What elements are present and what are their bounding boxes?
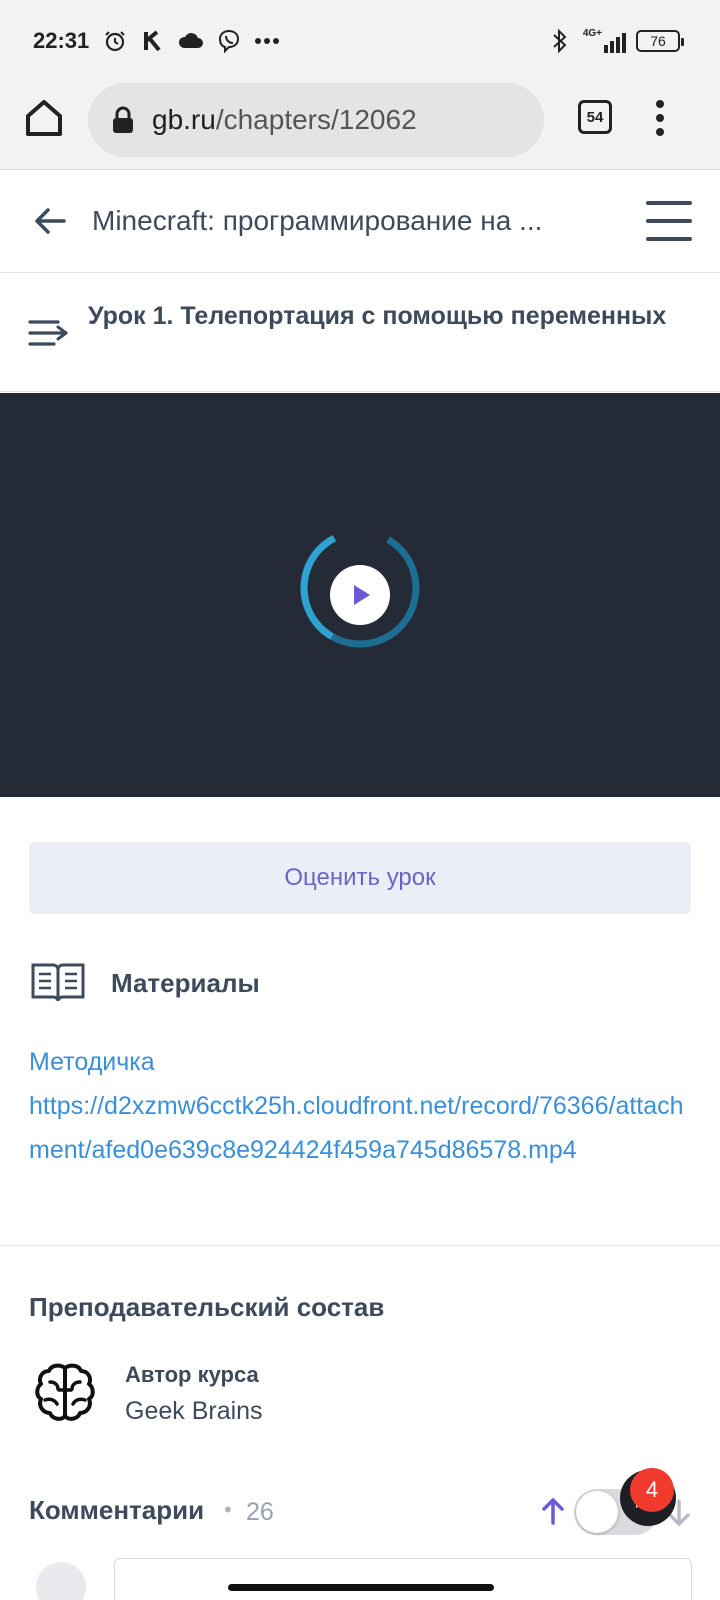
- materials-list: Методичка https://d2xzmw6cctk25h.cloudfr…: [29, 1040, 691, 1172]
- hamburger-menu-icon[interactable]: [646, 201, 692, 241]
- materials-header: Материалы: [30, 958, 260, 1008]
- gesture-bar[interactable]: [228, 1584, 494, 1591]
- comments-count: 26: [246, 1498, 274, 1526]
- url-path: /chapters/12062: [215, 104, 417, 135]
- url-text: gb.ru/chapters/12062: [152, 104, 417, 136]
- signal-icon: 4G+: [583, 29, 626, 53]
- brain-logo-icon: [30, 1360, 100, 1430]
- more-icon: [254, 28, 280, 54]
- tab-switcher-button[interactable]: 54: [578, 100, 612, 134]
- comments-title: Комментарии: [29, 1495, 205, 1525]
- rate-lesson-button[interactable]: Оценить урок: [29, 842, 691, 914]
- materials-title: Материалы: [111, 967, 260, 998]
- browser-menu-icon[interactable]: [654, 100, 666, 136]
- teachers-title: Преподавательский состав: [29, 1292, 385, 1322]
- course-title: Minecraft: программирование на ...: [92, 205, 543, 236]
- alarm-icon: [102, 28, 128, 54]
- battery-icon: 76: [636, 30, 684, 52]
- author-role: Автор курса: [125, 1362, 259, 1387]
- lesson-list-icon[interactable]: [28, 316, 68, 350]
- site-header: Minecraft: программирование на ...: [0, 171, 720, 273]
- play-icon: [354, 585, 370, 605]
- lesson-header: Урок 1. Телепортация с помощью переменны…: [0, 274, 720, 392]
- bluetooth-icon: [547, 28, 573, 54]
- address-bar[interactable]: gb.ru/chapters/12062: [88, 83, 544, 157]
- home-icon[interactable]: [22, 96, 66, 140]
- status-icons-right: 4G+ 76: [547, 28, 684, 54]
- back-arrow-icon[interactable]: [30, 201, 70, 241]
- toggle-knob: [576, 1491, 618, 1533]
- browser-toolbar: gb.ru/chapters/12062 54: [0, 80, 720, 170]
- book-icon: [31, 963, 85, 1002]
- divider: [0, 1245, 720, 1246]
- lesson-title: Урок 1. Телепортация с помощью переменны…: [88, 302, 667, 330]
- lock-icon: [112, 106, 134, 134]
- status-bar: 22:31 4G+ 76: [0, 0, 720, 80]
- material-link-manual[interactable]: Методичка: [29, 1040, 691, 1084]
- url-host: gb.ru: [152, 104, 216, 135]
- k-app-icon: [140, 28, 166, 54]
- notification-badge: 4: [630, 1468, 674, 1512]
- author-name: Geek Brains: [125, 1397, 263, 1425]
- play-button[interactable]: [330, 565, 390, 625]
- comments-separator: •: [224, 1497, 232, 1522]
- comment-avatar: [36, 1562, 86, 1600]
- comment-input[interactable]: [114, 1558, 692, 1600]
- material-link-video[interactable]: https://d2xzmw6cctk25h.cloudfront.net/re…: [29, 1084, 691, 1172]
- status-time: 22:31: [33, 28, 90, 53]
- battery-level: 76: [650, 33, 666, 49]
- cloud-icon: [178, 28, 204, 54]
- sort-up-icon[interactable]: [540, 1496, 566, 1526]
- status-icons-left: [102, 28, 280, 54]
- viber-icon: [216, 28, 242, 54]
